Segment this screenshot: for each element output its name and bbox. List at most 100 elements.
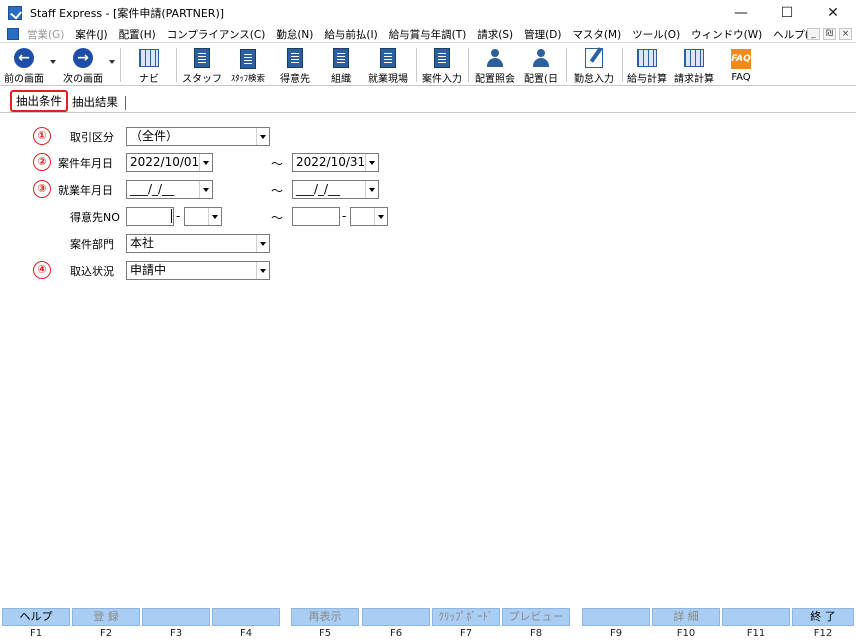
f7-key-label: F7 bbox=[459, 628, 473, 639]
mdi-close-button[interactable]: × bbox=[839, 28, 852, 40]
maximize-button[interactable]: ☐ bbox=[764, 0, 810, 26]
next-dropdown-icon[interactable] bbox=[109, 60, 115, 64]
client-no-label: 得意先NO bbox=[70, 211, 120, 224]
staff-search-icon bbox=[240, 49, 256, 69]
f8-preview-button[interactable]: プレビュー bbox=[502, 608, 570, 626]
marker-4: ④ bbox=[33, 261, 51, 279]
menu-compliance[interactable]: コンプライアンス(C) bbox=[167, 27, 266, 42]
close-button[interactable]: ✕ bbox=[810, 0, 856, 26]
org-button[interactable]: 組織 bbox=[322, 45, 360, 85]
chevron-down-icon[interactable] bbox=[208, 208, 221, 225]
minimize-button[interactable]: — bbox=[718, 0, 764, 26]
mdi-controls: _ ₪ × bbox=[807, 28, 852, 40]
client-label: 得意先 bbox=[280, 74, 310, 85]
window-title: Staff Express - [案件申請(PARTNER)] bbox=[30, 7, 225, 20]
menu-admin[interactable]: 管理(D) bbox=[524, 27, 561, 42]
f10-detail-button[interactable]: 詳 細 bbox=[652, 608, 720, 626]
f2-register-button[interactable]: 登 録 bbox=[72, 608, 140, 626]
site-button[interactable]: 就業現場 bbox=[364, 45, 412, 85]
client-no-from-input[interactable] bbox=[126, 207, 174, 226]
menu-advance-pay[interactable]: 給与前払(I) bbox=[324, 27, 377, 42]
staff-button[interactable]: スタッフ bbox=[182, 45, 222, 85]
f1-help-button[interactable]: ヘルプ bbox=[2, 608, 70, 626]
client-no-dash: - bbox=[342, 209, 347, 223]
attendance-input-button[interactable]: 勤怠入力 bbox=[570, 45, 618, 85]
faq-button[interactable]: FAQ FAQ bbox=[724, 45, 758, 85]
tab-strip: 抽出条件 抽出結果 bbox=[10, 90, 126, 112]
client-no-to-input[interactable] bbox=[292, 207, 340, 226]
range-tilde: ～ bbox=[271, 184, 284, 198]
menu-attendance[interactable]: 勤怠(N) bbox=[276, 27, 313, 42]
tab-extract-results[interactable]: 抽出結果 bbox=[68, 93, 122, 112]
trade-type-select[interactable]: （全件） bbox=[126, 127, 270, 146]
chevron-down-icon[interactable] bbox=[256, 235, 269, 252]
case-date-from-picker[interactable]: 2022/10/01 bbox=[126, 153, 213, 172]
menu-tools[interactable]: ツール(O) bbox=[632, 27, 680, 42]
f7-clipboard-button[interactable]: ｸﾘｯﾌﾟﾎﾞｰﾄﾞ bbox=[432, 608, 500, 626]
client-button[interactable]: 得意先 bbox=[276, 45, 314, 85]
prev-dropdown-icon[interactable] bbox=[50, 60, 56, 64]
client-no-dash: - bbox=[176, 209, 181, 223]
prev-screen-button[interactable]: ← 前の画面 bbox=[2, 45, 46, 85]
tab-extract-conditions[interactable]: 抽出条件 bbox=[10, 90, 68, 112]
work-date-from-picker[interactable]: ___/_/__ bbox=[126, 180, 213, 199]
case-dept-value: 本社 bbox=[130, 236, 155, 250]
chevron-down-icon[interactable] bbox=[374, 208, 387, 225]
f11-button[interactable] bbox=[722, 608, 790, 626]
chevron-down-icon[interactable] bbox=[256, 128, 269, 145]
f6-button[interactable] bbox=[362, 608, 430, 626]
f4-key-label: F4 bbox=[239, 628, 253, 639]
range-tilde: ～ bbox=[271, 211, 284, 225]
menu-assignment[interactable]: 配置(H) bbox=[119, 27, 156, 42]
menu-sales[interactable]: 営業(G) bbox=[27, 27, 64, 42]
f9-button[interactable] bbox=[582, 608, 650, 626]
faq-icon: FAQ bbox=[731, 49, 751, 69]
assign-day-button[interactable]: 配置(日 bbox=[521, 45, 561, 85]
case-input-button[interactable]: 案件入力 bbox=[419, 45, 465, 85]
navi-button[interactable]: ナビ bbox=[130, 45, 168, 85]
attendance-input-icon bbox=[585, 48, 603, 68]
menu-case[interactable]: 案件(J) bbox=[75, 27, 107, 42]
mdi-minimize-button[interactable]: _ bbox=[807, 28, 820, 40]
chevron-down-icon[interactable] bbox=[365, 181, 378, 198]
work-date-label: 就業年月日 bbox=[58, 184, 113, 197]
app-menu-icon[interactable] bbox=[7, 28, 19, 40]
f12-exit-button[interactable]: 終 了 bbox=[792, 608, 854, 626]
import-status-select[interactable]: 申請中 bbox=[126, 261, 270, 280]
staff-label: スタッフ bbox=[182, 74, 222, 85]
chevron-down-icon[interactable] bbox=[256, 262, 269, 279]
menu-billing[interactable]: 請求(S) bbox=[477, 27, 513, 42]
chevron-down-icon[interactable] bbox=[199, 154, 212, 171]
app-icon bbox=[8, 6, 22, 20]
trade-type-label: 取引区分 bbox=[70, 131, 114, 144]
menu-payroll[interactable]: 給与賞与年調(T) bbox=[389, 27, 467, 42]
staff-search-button[interactable]: ｽﾀｯﾌ検索 bbox=[224, 45, 272, 85]
toolbar-separator bbox=[416, 48, 417, 82]
site-label: 就業現場 bbox=[368, 74, 408, 85]
case-input-icon bbox=[434, 48, 450, 68]
chevron-down-icon[interactable] bbox=[365, 154, 378, 171]
f5-refresh-button[interactable]: 再表示 bbox=[291, 608, 359, 626]
client-no-from-sub-select[interactable] bbox=[184, 207, 222, 226]
work-date-to-picker[interactable]: ___/_/__ bbox=[292, 180, 379, 199]
client-no-to-sub-select[interactable] bbox=[350, 207, 388, 226]
f4-button[interactable] bbox=[212, 608, 280, 626]
assign-inquiry-button[interactable]: 配置照会 bbox=[471, 45, 519, 85]
menu-window[interactable]: ウィンドウ(W) bbox=[691, 27, 762, 42]
chevron-down-icon[interactable] bbox=[199, 181, 212, 198]
case-date-from-value: 2022/10/01 bbox=[130, 155, 200, 169]
case-dept-select[interactable]: 本社 bbox=[126, 234, 270, 253]
billing-calc-icon bbox=[684, 49, 704, 67]
payroll-calc-button[interactable]: 給与計算 bbox=[624, 45, 670, 85]
range-tilde: ～ bbox=[271, 157, 284, 171]
f3-button[interactable] bbox=[142, 608, 210, 626]
toolbar-separator bbox=[622, 48, 623, 82]
marker-1: ① bbox=[33, 127, 51, 145]
next-screen-label: 次の画面 bbox=[63, 74, 103, 85]
menu-master[interactable]: マスタ(M) bbox=[572, 27, 621, 42]
mdi-restore-button[interactable]: ₪ bbox=[823, 28, 836, 40]
next-screen-button[interactable]: → 次の画面 bbox=[58, 45, 108, 85]
back-arrow-icon: ← bbox=[14, 48, 34, 68]
billing-calc-button[interactable]: 請求計算 bbox=[670, 45, 718, 85]
case-date-to-picker[interactable]: 2022/10/31 bbox=[292, 153, 379, 172]
